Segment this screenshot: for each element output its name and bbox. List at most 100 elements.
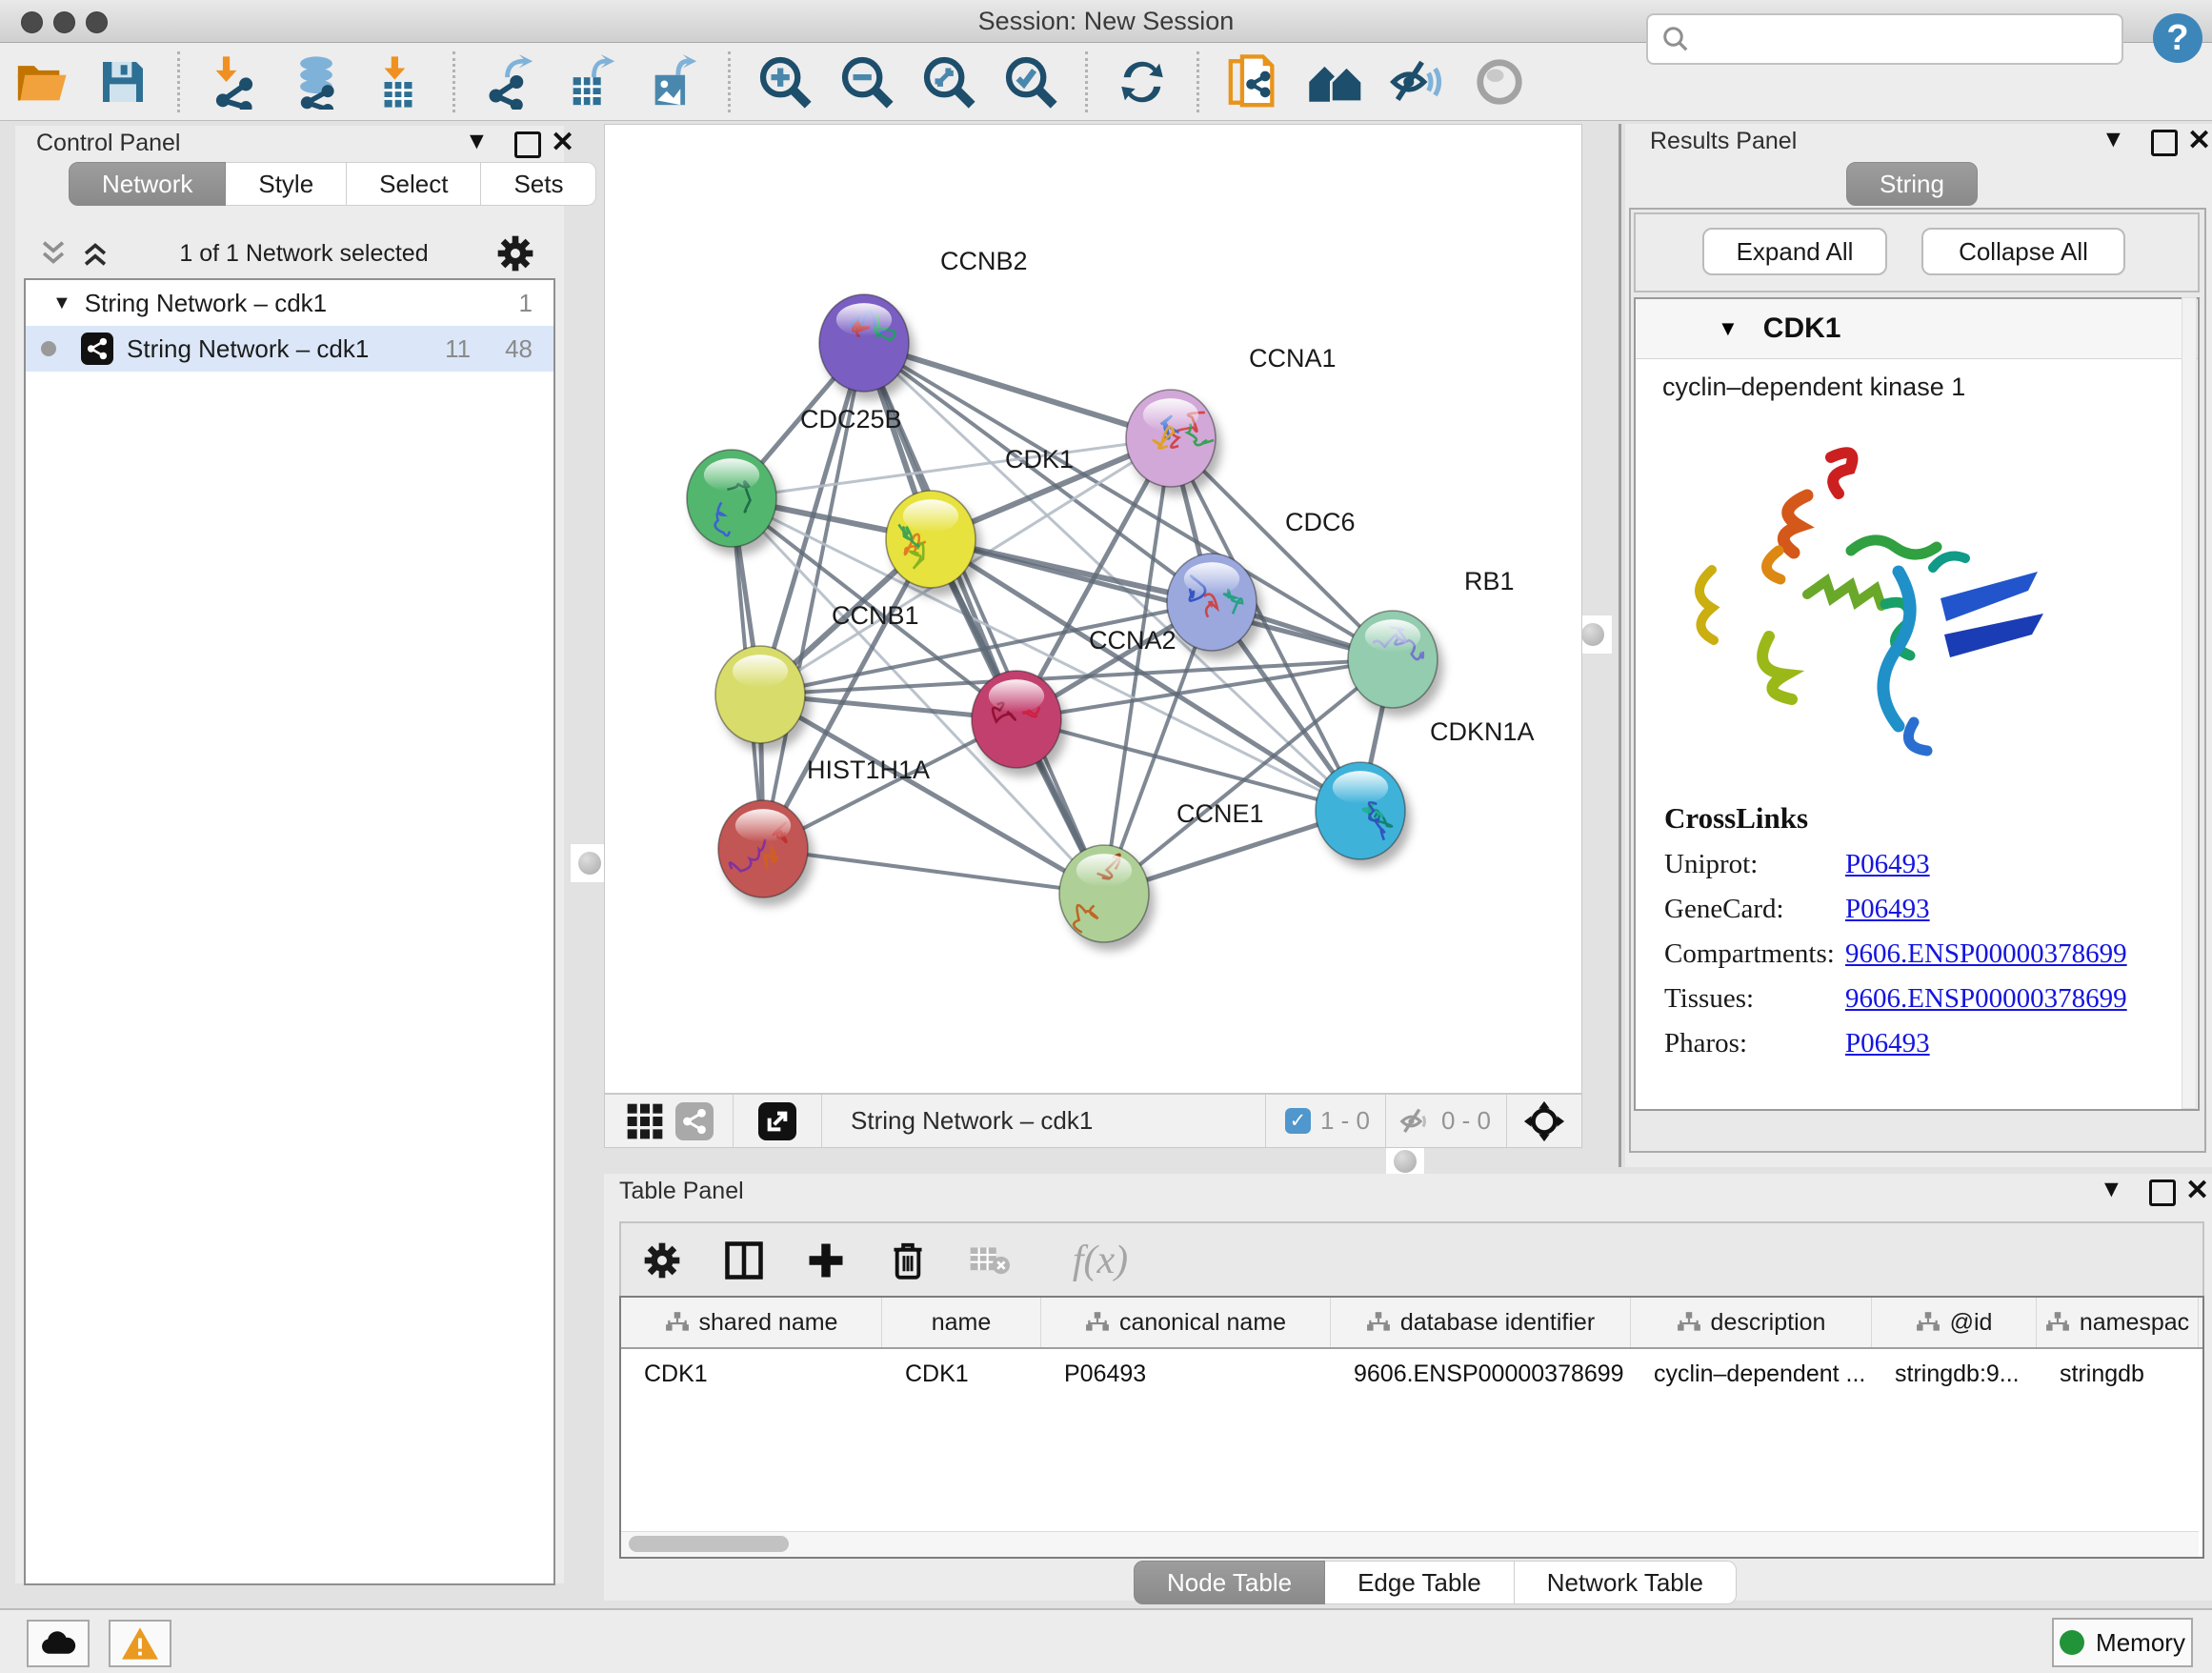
export-image-button[interactable] [645,53,702,111]
zoom-selected-button[interactable] [1002,53,1059,111]
import-table-button[interactable] [370,53,427,111]
tab-edge-table[interactable]: Edge Table [1325,1561,1515,1604]
open-session-button[interactable] [12,53,70,111]
expand-all-icon[interactable] [79,237,111,270]
network-node-CDKN1A[interactable]: CDKN1A [1316,717,1535,868]
crosslink-link[interactable]: 9606.ENSP00000378699 [1845,938,2127,970]
network-edge-HIST1H1A-CCNE1[interactable] [763,849,1104,894]
refresh-button[interactable] [1114,53,1171,111]
memory-label: Memory [2096,1628,2185,1658]
table-horizontal-scrollbar[interactable] [621,1531,2199,1557]
column-header-canonical-name[interactable]: canonical name [1041,1298,1331,1347]
zoom-out-button[interactable] [838,53,895,111]
import-network-from-database-button[interactable] [288,53,345,111]
network-view-share-icon[interactable] [675,1102,714,1140]
panel-close-icon[interactable]: ✕ [2187,124,2211,157]
delete-table-button[interactable] [966,1237,1014,1284]
crosslink-link[interactable]: 9606.ENSP00000378699 [1845,983,2127,1015]
function-builder-button[interactable]: f(x) [1048,1237,1153,1284]
grid-view-icon[interactable] [626,1102,664,1140]
memory-button[interactable]: Memory [2052,1618,2193,1667]
warnings-button[interactable] [109,1620,171,1667]
cloud-status-button[interactable] [27,1620,90,1667]
save-session-button[interactable] [94,53,151,111]
tab-sets[interactable]: Sets [481,162,596,206]
show-all-networks-button[interactable] [1307,53,1364,111]
network-canvas[interactable]: CCNB2CCNA1CDC25BCDK1CDC6RB1CCNB1CCNA2CDK… [604,124,1582,1094]
detach-view-icon[interactable] [758,1102,796,1140]
export-table-button[interactable] [563,53,620,111]
panel-menu-icon[interactable]: ▼ [2101,126,2125,153]
crosslink-link[interactable]: P06493 [1845,1028,1930,1059]
tab-style[interactable]: Style [226,162,347,206]
table-cell[interactable]: 9606.ENSP00000378699 [1331,1349,1631,1388]
panel-float-icon[interactable] [2151,130,2178,156]
search-field[interactable] [1646,13,2123,65]
import-network-button[interactable] [206,53,263,111]
gear-icon[interactable] [496,234,534,272]
tab-string[interactable]: String [1846,162,1978,206]
delete-column-button[interactable] [884,1237,932,1284]
column-header-description[interactable]: description [1631,1298,1872,1347]
panel-close-icon[interactable]: ✕ [551,126,574,159]
toggle-visibility-button[interactable] [1471,53,1528,111]
network-edge-CCNA2-CDKN1A[interactable] [1016,719,1360,811]
tab-select[interactable]: Select [347,162,481,206]
results-vertical-scrollbar[interactable] [2182,297,2197,1109]
help-button[interactable]: ? [2153,13,2202,63]
show-columns-button[interactable] [720,1237,768,1284]
crosslink-link[interactable]: P06493 [1845,894,1930,925]
expand-all-button[interactable]: Expand All [1702,228,1887,275]
tree-hierarchy-icon [2045,1310,2070,1335]
birdseye-navigator-icon[interactable] [1522,1099,1566,1143]
zoom-fit-button[interactable] [920,53,977,111]
network-row[interactable]: String Network – cdk1 11 48 [26,326,553,372]
table-cell[interactable]: CDK1 [621,1349,882,1388]
column-header-shared-name[interactable]: shared name [621,1298,882,1347]
column-header-@id[interactable]: @id [1872,1298,2037,1347]
collapse-all-button[interactable]: Collapse All [1921,228,2125,275]
network-label: String Network – cdk1 [127,334,445,364]
node-gloss [989,679,1044,713]
node-label-CCNE1: CCNE1 [1176,799,1264,828]
panel-close-icon[interactable]: ✕ [2185,1174,2209,1207]
panel-menu-icon[interactable]: ▼ [465,128,489,155]
table-settings-button[interactable] [638,1237,686,1284]
node-result-description: cyclin–dependent kinase 1 [1636,359,2198,402]
panel-float-icon[interactable] [514,131,541,158]
table-cell[interactable]: stringdb:9... [1872,1349,2037,1388]
hide-panel-button[interactable] [1389,53,1446,111]
column-header-namespac[interactable]: namespac [2037,1298,2199,1347]
collapse-entry-icon[interactable]: ▼ [1718,316,1739,341]
clone-network-button[interactable] [1225,53,1282,111]
network-collection-row[interactable]: ▼ String Network – cdk1 1 [26,280,553,326]
search-input[interactable] [1699,19,2122,59]
table-cell[interactable]: stringdb [2037,1349,2199,1388]
panel-float-icon[interactable] [2149,1179,2176,1206]
tab-network-table[interactable]: Network Table [1515,1561,1737,1604]
scrollbar-thumb[interactable] [629,1536,789,1552]
network-node-HIST1H1A[interactable]: HIST1H1A [718,756,930,906]
column-header-database-identifier[interactable]: database identifier [1331,1298,1631,1347]
crosslink-link[interactable]: P06493 [1845,849,1930,880]
table-cell[interactable]: P06493 [1041,1349,1331,1388]
column-header-name[interactable]: name [882,1298,1041,1347]
table-cell[interactable]: cyclin–dependent ... [1631,1349,1872,1388]
network-node-CCNA1[interactable]: CCNA1 [1126,344,1337,495]
panel-menu-icon[interactable]: ▼ [2100,1176,2123,1203]
view-toolbar-separator [733,1095,734,1147]
tree-expander-icon[interactable]: ▼ [52,292,71,314]
zoom-in-button[interactable] [756,53,814,111]
export-network-button[interactable] [481,53,538,111]
toolbar-separator [1085,51,1088,112]
table-cell[interactable]: CDK1 [882,1349,1041,1388]
node-result-header[interactable]: ▼ CDK1 [1636,299,2198,359]
tab-network[interactable]: Network [69,162,226,206]
table-row[interactable]: CDK1CDK1P064939606.ENSP00000378699cyclin… [621,1349,2202,1388]
tab-node-table[interactable]: Node Table [1134,1561,1325,1604]
add-column-button[interactable] [802,1237,850,1284]
selected-checkbox-icon[interactable]: ✓ [1285,1108,1311,1134]
node-gloss [836,303,892,336]
collapse-all-icon[interactable] [37,237,70,270]
network-node-RB1[interactable]: RB1 [1348,567,1515,716]
